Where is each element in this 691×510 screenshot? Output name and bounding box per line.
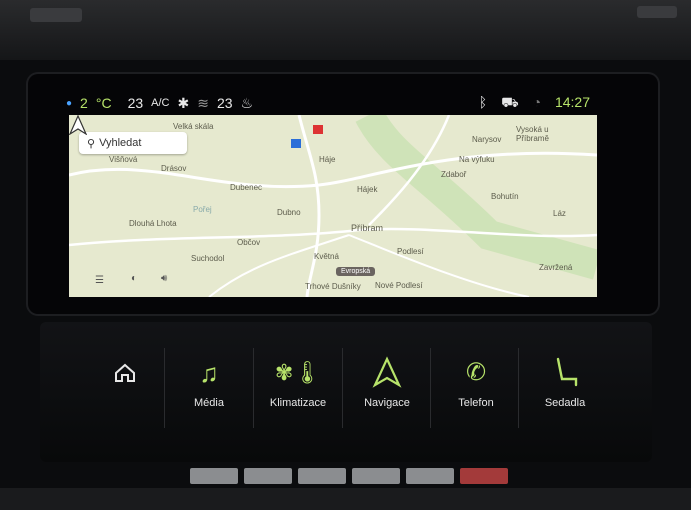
- dashboard-bottom: [0, 488, 691, 510]
- right-vent: [637, 6, 677, 18]
- map-label: Na výfuku: [459, 155, 495, 164]
- media-button[interactable]: ♫ Média: [166, 335, 252, 435]
- map-label: Občov: [237, 238, 261, 247]
- car-icon: ⛟: [501, 93, 519, 110]
- divider: [518, 348, 519, 428]
- fan-icon[interactable]: ✱: [177, 95, 189, 112]
- ac-label[interactable]: A/C: [151, 97, 169, 109]
- map-label: Příbram: [351, 223, 384, 233]
- map-label: Dubno: [277, 208, 301, 217]
- clock: ᛒ ⛟ ◔ 14:27: [479, 94, 598, 113]
- search-label: Vyhledat: [99, 137, 142, 149]
- music-note-icon: ♫: [199, 358, 219, 388]
- position-arrow-icon: [69, 115, 87, 135]
- divider: [164, 348, 165, 428]
- hardware-key[interactable]: [244, 468, 292, 484]
- navigation-button[interactable]: Navigace: [344, 335, 430, 435]
- dashboard-top: [0, 0, 691, 60]
- home-button[interactable]: [76, 335, 162, 435]
- home-icon: [115, 363, 135, 382]
- divider: [253, 348, 254, 428]
- driver-temperature[interactable]: 23: [128, 95, 144, 111]
- divider: [342, 348, 343, 428]
- volume-icon[interactable]: 🔊︎: [161, 273, 167, 284]
- map-label: Pořej: [193, 205, 212, 214]
- bluetooth-icon: ᛒ: [478, 93, 488, 110]
- airflow-icon[interactable]: ≋: [197, 95, 209, 112]
- climate-button[interactable]: ✾🌡︎ Klimatizace: [255, 335, 341, 435]
- phone-button[interactable]: ✆ Telefon: [433, 335, 519, 435]
- outside-temp-value: 2: [80, 95, 88, 111]
- map-label: Trhové Dušníky: [305, 282, 361, 291]
- left-vent: [30, 8, 82, 22]
- map-label: Zdaboř: [441, 170, 467, 179]
- map-label: Dlouhá Lhota: [129, 219, 177, 228]
- status-bar: ● 2 °C 23 A/C ✱ ≋ 23 ♨ ᛒ ⛟ ◔ 14:27: [66, 92, 606, 114]
- fan-thermometer-icon: ✾🌡︎: [274, 360, 322, 385]
- phone-label: Telefon: [458, 397, 494, 409]
- highway-label: Evropská: [336, 267, 376, 276]
- map-label: Velká skála: [173, 122, 214, 131]
- map-label: Suchodol: [191, 254, 225, 263]
- map-label: Drásov: [161, 164, 187, 173]
- map-label: Bohutín: [491, 192, 519, 201]
- divider: [430, 348, 431, 428]
- phone-icon: ✆: [465, 359, 487, 386]
- hazard-key[interactable]: [460, 468, 508, 484]
- location-icon[interactable]: ◐: [131, 273, 137, 284]
- map-label: Vysoká u Příbramě: [516, 125, 549, 143]
- navigation-arrow-icon: [372, 356, 402, 388]
- hardware-key[interactable]: [352, 468, 400, 484]
- map-label: Narysov: [472, 135, 502, 144]
- map-label: Láz: [553, 209, 566, 218]
- seats-label: Sedadla: [544, 397, 586, 409]
- search-icon: ⚲: [87, 137, 96, 150]
- menu-icon[interactable]: ☰: [95, 275, 104, 286]
- clock-time: 14:27: [554, 93, 590, 110]
- signal-icon: ◔: [532, 93, 542, 110]
- map-search-box[interactable]: ⚲ Vyhledat: [79, 132, 187, 154]
- hardware-keys: [190, 468, 550, 488]
- map-label: Zavržená: [539, 263, 573, 272]
- seat-icon: [556, 357, 578, 387]
- seat-heat-icon[interactable]: ♨: [241, 95, 254, 112]
- seats-button[interactable]: Sedadla: [522, 335, 608, 435]
- map-label: Hájek: [357, 185, 378, 194]
- map-label: Květná: [314, 252, 339, 261]
- map-label: Dubenec: [230, 183, 263, 192]
- hardware-key[interactable]: [298, 468, 346, 484]
- map-label: Nové Podlesí: [375, 281, 423, 290]
- hardware-key[interactable]: [190, 468, 238, 484]
- navigation-label: Navigace: [364, 397, 410, 409]
- media-label: Média: [194, 397, 224, 409]
- connection-dot-icon: ●: [66, 97, 73, 109]
- navigation-map[interactable]: ⚲ Vyhledat Velká skála Višňová Drásov Du…: [69, 115, 597, 297]
- map-label: Višňová: [109, 155, 138, 164]
- passenger-temperature[interactable]: 23: [217, 95, 233, 111]
- climate-label: Klimatizace: [269, 397, 327, 409]
- hardware-key[interactable]: [406, 468, 454, 484]
- outside-temp-unit: °C: [95, 95, 112, 111]
- outside-temperature: 2 °C: [80, 95, 120, 111]
- map-label: Háje: [319, 155, 336, 164]
- map-label: Podlesí: [397, 247, 424, 256]
